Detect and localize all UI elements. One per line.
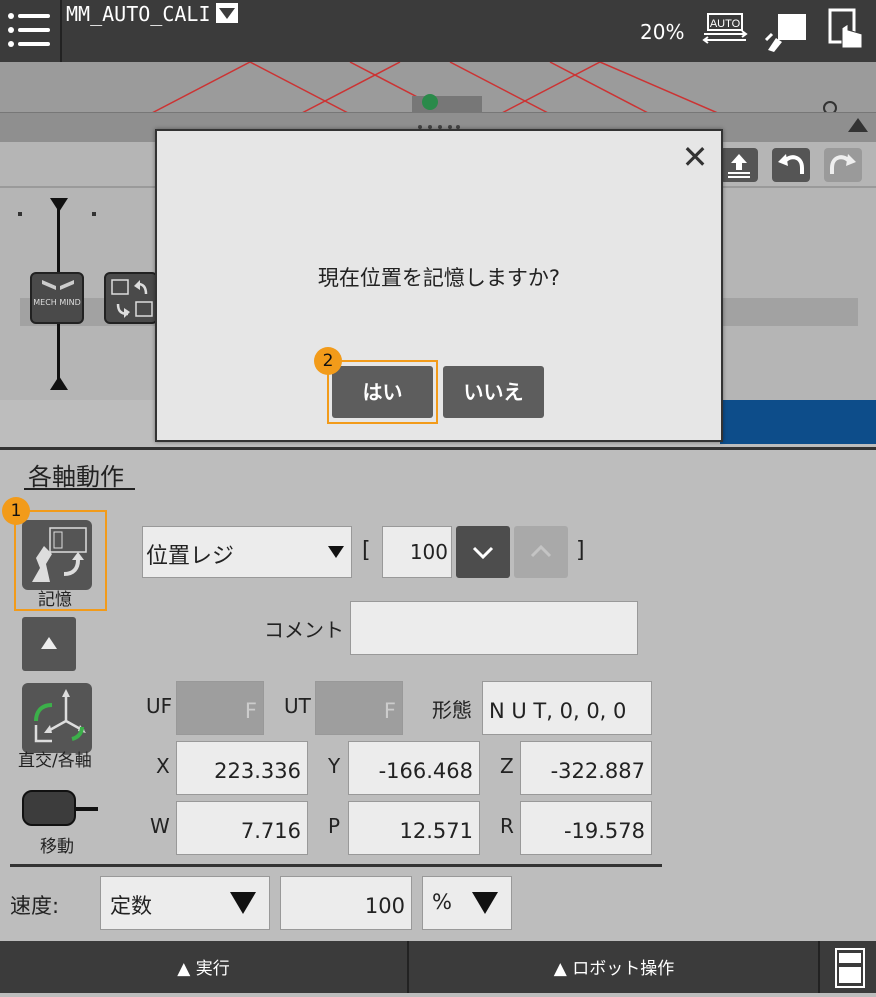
- selected-row-highlight: [720, 400, 876, 444]
- config-label: 形態: [432, 698, 472, 722]
- uf-field: F: [176, 681, 264, 735]
- comment-label: コメント: [264, 618, 344, 642]
- move-label: 移動: [40, 837, 74, 857]
- x-label: X: [156, 754, 170, 778]
- y-field[interactable]: -166.468: [348, 741, 480, 795]
- speed-unit-value: %: [432, 890, 452, 914]
- 3d-view[interactable]: [0, 62, 876, 114]
- expand-up-icon[interactable]: [848, 118, 868, 132]
- p-field[interactable]: 12.571: [348, 801, 480, 855]
- auto-mode-icon[interactable]: AUTO: [702, 12, 748, 46]
- calibration-node[interactable]: [104, 272, 158, 324]
- panel-layout-icon[interactable]: [822, 941, 876, 993]
- mech-mind-node-label: MECH MIND: [33, 298, 81, 307]
- record-button[interactable]: [22, 520, 92, 590]
- register-prev-button[interactable]: [514, 526, 568, 578]
- uf-label: UF: [146, 694, 173, 718]
- timeline-dot: [92, 212, 96, 216]
- undo-icon[interactable]: [772, 148, 810, 182]
- dropdown-arrow-icon[interactable]: [328, 546, 344, 558]
- auto-mode-text: AUTO: [710, 18, 741, 30]
- program-dropdown-icon[interactable]: [216, 3, 238, 23]
- step-badge-1: 1: [2, 497, 30, 525]
- move-toggle-stem: [76, 807, 98, 811]
- touch-icon[interactable]: [826, 8, 866, 52]
- register-number-value: 100: [409, 540, 448, 564]
- speed-mode-value: 定数: [110, 894, 152, 918]
- w-label: W: [150, 814, 170, 838]
- calibration-icon: [111, 279, 153, 318]
- speed-value-field[interactable]: 100: [280, 876, 412, 930]
- close-icon[interactable]: ✕: [680, 141, 710, 173]
- config-field[interactable]: N U T, 0, 0, 0: [482, 681, 652, 735]
- p-label: P: [328, 814, 341, 838]
- timeline-dot: [18, 212, 22, 216]
- separator: [10, 864, 662, 867]
- register-next-button[interactable]: [456, 526, 510, 578]
- chevron-down-icon: [472, 546, 494, 560]
- menu-icon[interactable]: [0, 0, 62, 62]
- coordinate-axes-icon: [34, 689, 86, 743]
- register-bracket-close: ]: [576, 538, 585, 563]
- record-label: 記憶: [38, 590, 72, 610]
- no-button[interactable]: いいえ: [443, 366, 544, 418]
- yes-button[interactable]: はい: [332, 366, 433, 418]
- y-label: Y: [328, 754, 341, 778]
- execute-tab-button[interactable]: ▲ 実行: [0, 941, 409, 993]
- z-field[interactable]: -322.887: [520, 741, 652, 795]
- redo-icon[interactable]: [824, 148, 862, 182]
- ut-field: F: [315, 681, 403, 735]
- teach-pendant-icon[interactable]: [764, 12, 808, 52]
- register-bracket-open: [: [362, 538, 371, 563]
- x-field[interactable]: 223.336: [176, 741, 308, 795]
- register-type-value: 位置レジ: [146, 544, 235, 569]
- ut-label: UT: [284, 694, 311, 718]
- step-badge-2: 2: [314, 347, 342, 375]
- mech-mind-logo-icon: [42, 280, 74, 290]
- coordinate-label: 直交/各軸: [18, 751, 92, 771]
- dropdown-arrow-icon[interactable]: [230, 892, 256, 914]
- r-field[interactable]: -19.578: [520, 801, 652, 855]
- dropdown-arrow-icon[interactable]: [472, 892, 498, 914]
- z-label: Z: [500, 754, 514, 778]
- program-name[interactable]: MM_AUTO_CALI: [66, 2, 211, 26]
- w-field[interactable]: 7.716: [176, 801, 308, 855]
- timeline-start-icon: [50, 198, 68, 212]
- speed-label: 速度:: [10, 894, 60, 918]
- override-percent[interactable]: 20%: [640, 20, 684, 44]
- timeline-end-icon: [50, 376, 68, 390]
- chevron-up-icon: [530, 544, 552, 558]
- comment-input[interactable]: [350, 601, 638, 655]
- upload-icon[interactable]: [720, 148, 758, 182]
- robot-record-icon: [32, 527, 87, 582]
- title-underline: [24, 488, 135, 490]
- scroll-up-button[interactable]: [22, 617, 76, 671]
- jog-panel-title: 各軸動作: [28, 463, 124, 491]
- coordinate-toggle-button[interactable]: [22, 683, 92, 753]
- r-label: R: [500, 814, 514, 838]
- move-toggle[interactable]: [22, 790, 76, 826]
- dialog-message: 現在位置を記憶しますか?: [317, 266, 561, 290]
- robot-operation-tab-button[interactable]: ▲ ロボット操作: [410, 941, 820, 993]
